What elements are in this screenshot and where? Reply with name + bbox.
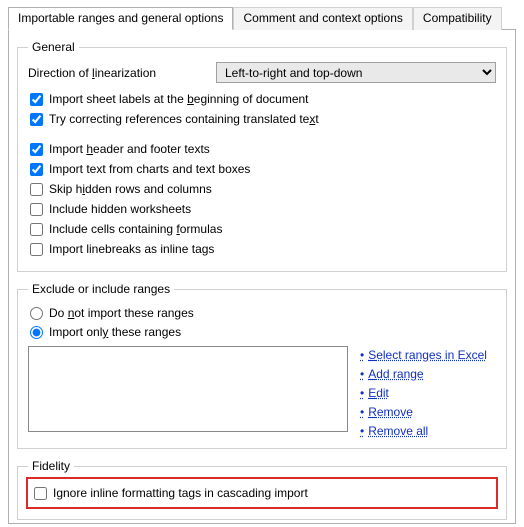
- radio-not-import-label: Do not import these ranges: [49, 305, 194, 321]
- direction-select[interactable]: Left-to-right and top-down: [216, 62, 496, 83]
- checkbox-sheet-labels[interactable]: [30, 93, 43, 106]
- radio-not-import[interactable]: [30, 307, 43, 320]
- checkbox-header-footer-label: Import header and footer texts: [49, 141, 210, 157]
- range-actions: •Select ranges in Excel •Add range •Edit…: [360, 346, 487, 438]
- tab-bar: Importable ranges and general options Co…: [8, 6, 516, 30]
- radio-only-import[interactable]: [30, 326, 43, 339]
- link-edit-range[interactable]: •Edit: [360, 386, 487, 400]
- checkbox-header-footer[interactable]: [30, 143, 43, 156]
- checkbox-ignore-inline-tags[interactable]: [34, 487, 47, 500]
- tab-importable-ranges[interactable]: Importable ranges and general options: [8, 7, 233, 30]
- fidelity-legend: Fidelity: [28, 459, 74, 473]
- ranges-textarea[interactable]: [28, 346, 348, 432]
- tab-compatibility[interactable]: Compatibility: [413, 7, 502, 30]
- tab-comment-context[interactable]: Comment and context options: [233, 7, 412, 30]
- checkbox-correct-refs[interactable]: [30, 113, 43, 126]
- checkbox-hidden-worksheets-label: Include hidden worksheets: [49, 201, 191, 217]
- checkbox-correct-refs-label: Try correcting references containing tra…: [49, 111, 319, 127]
- checkbox-charts-textboxes[interactable]: [30, 163, 43, 176]
- general-legend: General: [28, 40, 79, 54]
- checkbox-hidden-worksheets[interactable]: [30, 203, 43, 216]
- options-window: Importable ranges and general options Co…: [0, 0, 524, 527]
- radio-only-import-label: Import only these ranges: [49, 324, 181, 340]
- checkbox-linebreaks[interactable]: [30, 243, 43, 256]
- link-select-ranges[interactable]: •Select ranges in Excel: [360, 348, 487, 362]
- checkbox-sheet-labels-label: Import sheet labels at the beginning of …: [49, 91, 309, 107]
- checkbox-skip-hidden-rows-label: Skip hidden rows and columns: [49, 181, 212, 197]
- exclude-group: Exclude or include ranges Do not import …: [17, 282, 507, 449]
- checkbox-linebreaks-label: Import linebreaks as inline tags: [49, 241, 214, 257]
- general-group: General Direction of linearization Left-…: [17, 40, 507, 272]
- tab-panel: General Direction of linearization Left-…: [8, 30, 516, 524]
- link-remove-all[interactable]: •Remove all: [360, 424, 487, 438]
- link-add-range[interactable]: •Add range: [360, 367, 487, 381]
- checkbox-charts-textboxes-label: Import text from charts and text boxes: [49, 161, 250, 177]
- checkbox-formulas[interactable]: [30, 223, 43, 236]
- link-remove-range[interactable]: •Remove: [360, 405, 487, 419]
- fidelity-group: Fidelity Ignore inline formatting tags i…: [17, 459, 507, 520]
- checkbox-formulas-label: Include cells containing formulas: [49, 221, 222, 237]
- fidelity-highlight-box: Ignore inline formatting tags in cascadi…: [26, 477, 498, 509]
- exclude-legend: Exclude or include ranges: [28, 282, 174, 296]
- checkbox-skip-hidden-rows[interactable]: [30, 183, 43, 196]
- direction-label: Direction of linearization: [28, 66, 216, 80]
- checkbox-ignore-inline-tags-label: Ignore inline formatting tags in cascadi…: [53, 485, 308, 501]
